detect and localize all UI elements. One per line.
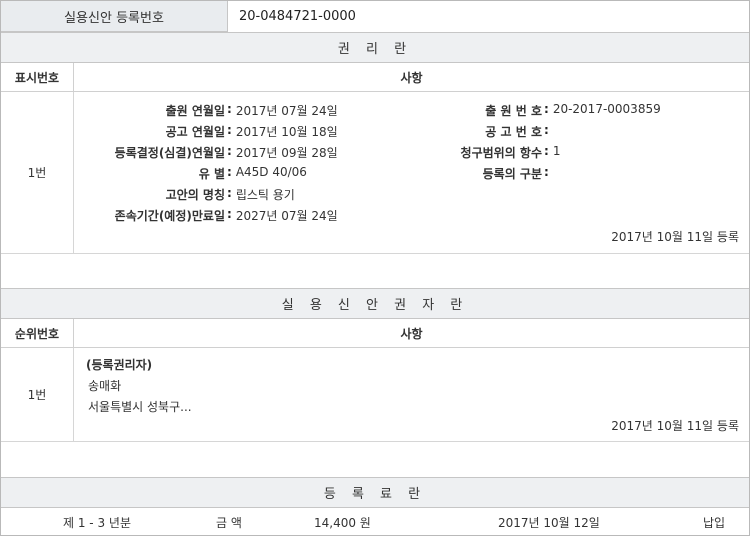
fee-period: 제 1 - 3 년분 [63,515,131,530]
publication-number: 공 고 번 호: [396,123,553,140]
holder-address: 서울특별시 성북구... [88,400,192,414]
decision-date: 등록결정(심결)연월일:2017년 09월 28일 [89,144,338,161]
rights-registration-stamp: 2017년 10월 11일 등록 [611,230,739,244]
holder-name: 송매화 [88,379,122,393]
registration-type-label: 등록의 구분 [482,167,542,181]
holder-role-label: (등록권리자) [86,358,153,372]
fee-row: 제 1 - 3 년분 금 액 14,400 원 2017년 10월 12일 납입 [1,508,749,535]
classification-value: A45D 40/06 [235,165,307,179]
publication-number-label: 공 고 번 호 [485,125,542,139]
holder-row-number: 1번 [1,348,74,441]
filing-date: 출원 연월일:2017년 07월 24일 [89,102,338,119]
filing-date-label: 출원 연월일 [165,104,225,118]
holder-detail-header: 사항 [400,326,423,341]
registration-number-value: 20-0484721-0000 [239,8,356,24]
fee-section-title: 등 록 료 란 [1,477,749,508]
expiry-date-value: 2027년 07월 24일 [235,209,338,223]
fee-amount: 14,400 원 [314,515,371,530]
application-number: 출 원 번 호:20-2017-0003859 [396,102,661,119]
device-title-label: 고안의 명칭 [165,188,225,202]
fee-payment-date: 2017년 10월 12일 [498,515,600,530]
filing-date-value: 2017년 07월 24일 [235,104,338,118]
device-title: 고안의 명칭: 립스틱 용기 [89,186,295,203]
display-number-header: 표시번호 [1,63,74,91]
claim-count: 청구범위의 항수:1 [396,144,561,161]
rights-column-header: 표시번호 사항 [1,63,749,92]
rank-number-header: 순위번호 [1,319,74,347]
registration-type: 등록의 구분: [396,165,553,182]
application-number-value: 20-2017-0003859 [552,102,661,116]
publication-date: 공고 연월일:2017년 10월 18일 [89,123,338,140]
rights-section-title: 권 리 란 [1,32,749,63]
expiry-date: 존속기간(예정)만료일:2027년 07월 24일 [89,207,338,224]
holder-registration-stamp: 2017년 10월 11일 등록 [611,419,739,433]
fee-amount-label: 금 액 [216,515,242,530]
publication-date-label: 공고 연월일 [165,125,225,139]
claim-count-label: 청구범위의 항수 [460,146,542,160]
decision-date-label: 등록결정(심결)연월일 [114,146,225,160]
detail-header: 사항 [400,70,423,85]
holder-column-header: 순위번호 사항 [1,319,749,348]
expiry-date-label: 존속기간(예정)만료일 [114,209,225,223]
publication-date-value: 2017년 10월 18일 [235,125,338,139]
classification: 유 별: A45D 40/06 [89,165,307,182]
registration-number-label: 실용신안 등록번호 [1,1,228,32]
classification-label: 유 별 [198,167,225,181]
holder-section-title: 실 용 신 안 권 자 란 [1,288,749,319]
fee-status: 납입 [703,515,726,530]
registry-document: 실용신안 등록번호 20-0484721-0000 권 리 란 표시번호 사항 … [0,0,750,536]
rights-row: 1번 출원 연월일:2017년 07월 24일 공고 연월일:2017년 10월… [1,92,749,254]
holder-row: 1번 (등록권리자) 송매화 서울특별시 성북구... 2017년 10월 11… [1,348,749,442]
claim-count-value: 1 [552,144,561,158]
decision-date-value: 2017년 09월 28일 [235,146,338,160]
application-number-label: 출 원 번 호 [485,104,542,118]
rights-row-number: 1번 [1,92,74,253]
device-title-value: 립스틱 용기 [235,188,295,202]
